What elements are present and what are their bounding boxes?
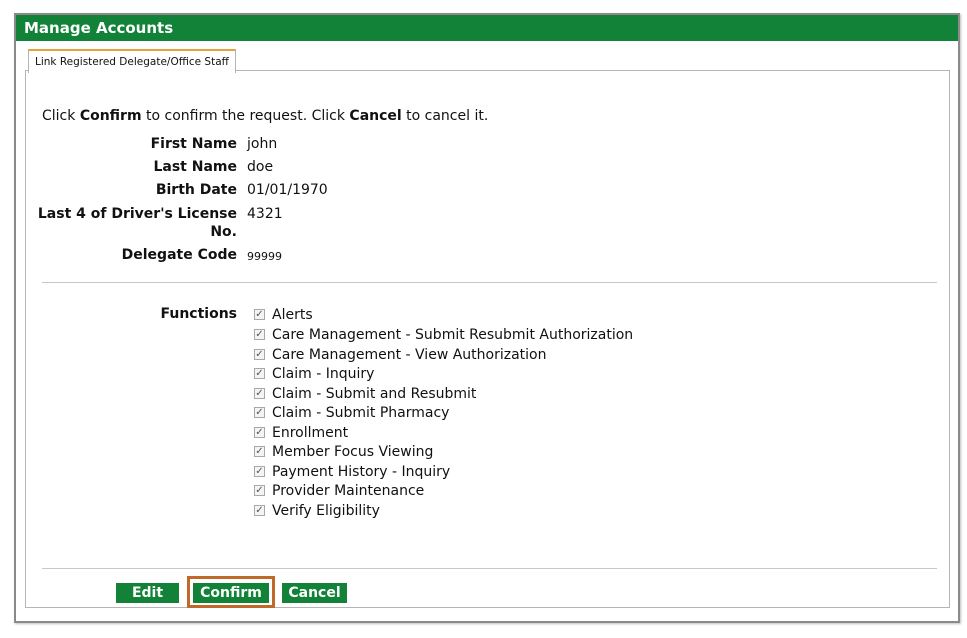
checkbox-checked-icon[interactable]: ✓: [254, 484, 265, 496]
instructions-confirm-word: Confirm: [79, 108, 142, 124]
field-label: First Name: [150, 136, 237, 152]
function-label: Payment History - Inquiry: [272, 464, 451, 480]
checkbox-checked-icon[interactable]: ✓: [254, 348, 265, 360]
function-item[interactable]: ✓ Verify Eligibility: [254, 502, 380, 520]
checkbox-checked-icon[interactable]: ✓: [254, 367, 265, 379]
function-item[interactable]: ✓ Enrollment: [254, 424, 348, 442]
checkbox-checked-icon[interactable]: ✓: [254, 328, 265, 340]
manage-accounts-window: Manage Accounts Link Registered Delegate…: [14, 13, 960, 623]
instructions-part3: to cancel it.: [401, 108, 489, 124]
field-value: john: [247, 136, 278, 152]
function-label: Claim - Inquiry: [272, 366, 375, 382]
field-drivers-license: Last 4 of Driver's License No. 4321: [26, 205, 626, 245]
field-value: 01/01/1970: [247, 182, 328, 198]
function-item[interactable]: ✓ Claim - Submit Pharmacy: [254, 404, 449, 422]
function-item[interactable]: ✓ Care Management - View Authorization: [254, 346, 546, 364]
instructions-text: Click Confirm to confirm the request. Cl…: [42, 108, 488, 124]
function-item[interactable]: ✓ Alerts: [254, 306, 313, 324]
function-label: Alerts: [272, 307, 313, 323]
function-label: Verify Eligibility: [272, 503, 380, 519]
divider-bottom: [42, 568, 937, 569]
cancel-button[interactable]: Cancel: [282, 583, 347, 603]
field-first-name: First Name john: [26, 136, 626, 156]
function-item[interactable]: ✓ Member Focus Viewing: [254, 443, 433, 461]
content-panel: Click Confirm to confirm the request. Cl…: [25, 70, 950, 608]
function-label: Care Management - View Authorization: [272, 347, 547, 363]
divider-top: [42, 282, 937, 283]
checkbox-checked-icon[interactable]: ✓: [254, 387, 265, 399]
checkbox-checked-icon[interactable]: ✓: [254, 504, 265, 516]
field-value: 4321: [247, 206, 283, 222]
field-value: 99999: [247, 250, 282, 263]
checkbox-checked-icon[interactable]: ✓: [254, 465, 265, 477]
function-label: Claim - Submit and Resubmit: [272, 386, 477, 402]
edit-button[interactable]: Edit: [116, 583, 179, 603]
checkbox-checked-icon[interactable]: ✓: [254, 445, 265, 457]
function-item[interactable]: ✓ Payment History - Inquiry: [254, 463, 450, 481]
function-label: Member Focus Viewing: [272, 444, 434, 460]
field-label: Birth Date: [155, 182, 237, 198]
function-label: Enrollment: [272, 425, 349, 441]
function-item[interactable]: ✓ Claim - Inquiry: [254, 365, 374, 383]
field-label: Last Name: [153, 159, 237, 175]
instructions-cancel-word: Cancel: [349, 108, 402, 124]
function-item[interactable]: ✓ Care Management - Submit Resubmit Autho…: [254, 326, 633, 344]
window-title: Manage Accounts: [16, 15, 958, 41]
field-value: doe: [247, 159, 274, 175]
function-label: Care Management - Submit Resubmit Author…: [272, 327, 634, 343]
checkbox-checked-icon[interactable]: ✓: [254, 406, 265, 418]
tab-link-registered-delegate[interactable]: Link Registered Delegate/Office Staff: [28, 49, 236, 73]
field-label: Last 4 of Driver's License No.: [37, 206, 237, 240]
field-birth-date: Birth Date 01/01/1970: [26, 182, 626, 202]
checkbox-checked-icon[interactable]: ✓: [254, 308, 265, 320]
instructions-part2: to confirm the request. Click: [141, 108, 350, 124]
function-item[interactable]: ✓ Claim - Submit and Resubmit: [254, 385, 476, 403]
confirm-button[interactable]: Confirm: [193, 583, 269, 603]
functions-label: Functions: [160, 306, 237, 322]
function-item[interactable]: ✓ Provider Maintenance: [254, 482, 424, 500]
field-label: Delegate Code: [121, 247, 237, 263]
instructions-part1: Click: [42, 108, 80, 124]
function-label: Provider Maintenance: [272, 483, 425, 499]
field-delegate-code: Delegate Code 99999: [26, 247, 626, 267]
field-last-name: Last Name doe: [26, 159, 626, 179]
checkbox-checked-icon[interactable]: ✓: [254, 426, 265, 438]
function-label: Claim - Submit Pharmacy: [272, 405, 450, 421]
